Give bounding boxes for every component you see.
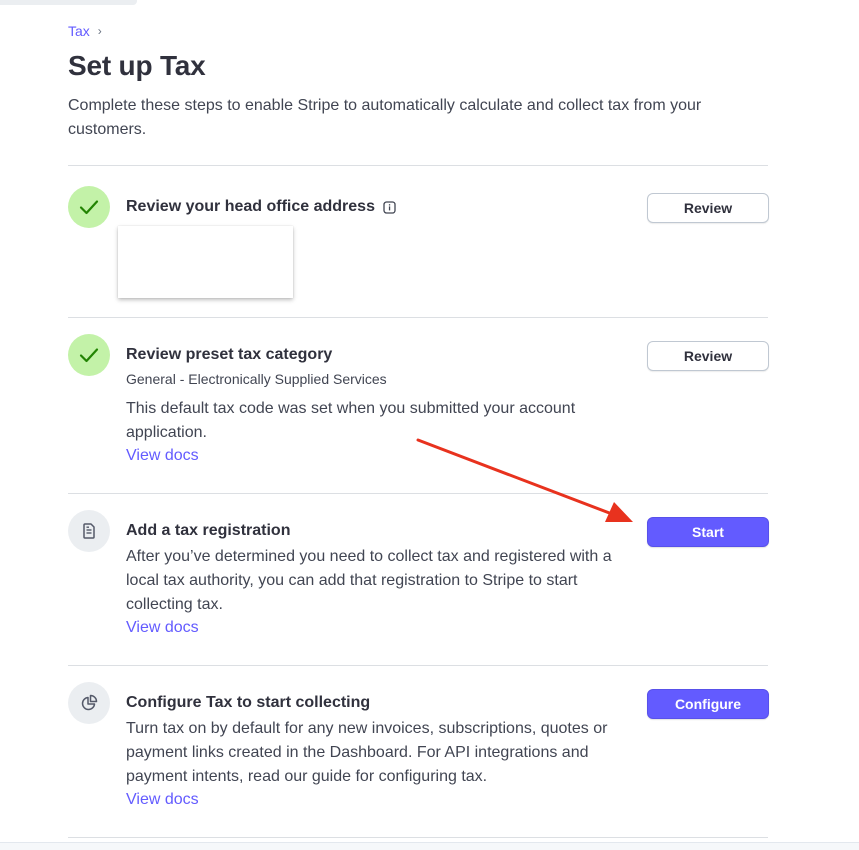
top-bar-fragment xyxy=(0,0,137,5)
divider xyxy=(68,837,768,838)
review-address-button[interactable]: Review xyxy=(647,193,769,223)
address-card xyxy=(118,226,293,298)
configure-tax-button[interactable]: Configure xyxy=(647,689,769,719)
checkmark-icon xyxy=(68,334,110,376)
step-description: After you’ve determined you need to coll… xyxy=(126,548,612,613)
page-title: Set up Tax xyxy=(68,50,206,81)
divider xyxy=(68,493,768,494)
chevron-right-icon: › xyxy=(97,24,102,38)
view-docs-link[interactable]: View docs xyxy=(126,791,199,809)
page-description: Complete these steps to enable Stripe to… xyxy=(68,97,702,138)
divider xyxy=(68,165,768,166)
step-description: This default tax code was set when you s… xyxy=(126,400,576,441)
checkmark-icon xyxy=(68,186,110,228)
step-title: Add a tax registration xyxy=(126,522,291,539)
document-icon xyxy=(68,510,110,552)
step-title: Review preset tax category xyxy=(126,346,333,363)
view-docs-link[interactable]: View docs xyxy=(126,619,199,637)
step-title: Configure Tax to start collecting xyxy=(126,694,371,711)
breadcrumb: Tax › xyxy=(68,23,102,39)
step-title: Review your head office address xyxy=(126,198,396,216)
divider xyxy=(68,317,768,318)
tax-category-value: General - Electronically Supplied Servic… xyxy=(126,371,387,387)
divider xyxy=(68,665,768,666)
step-title-text: Review your head office address xyxy=(126,198,375,215)
start-registration-button[interactable]: Start xyxy=(647,517,769,547)
info-icon[interactable] xyxy=(383,200,396,214)
pie-chart-icon xyxy=(68,682,110,724)
view-docs-link[interactable]: View docs xyxy=(126,447,199,465)
step-description: Turn tax on by default for any new invoi… xyxy=(126,720,608,785)
breadcrumb-tax-link[interactable]: Tax xyxy=(68,23,90,39)
review-tax-category-button[interactable]: Review xyxy=(647,341,769,371)
